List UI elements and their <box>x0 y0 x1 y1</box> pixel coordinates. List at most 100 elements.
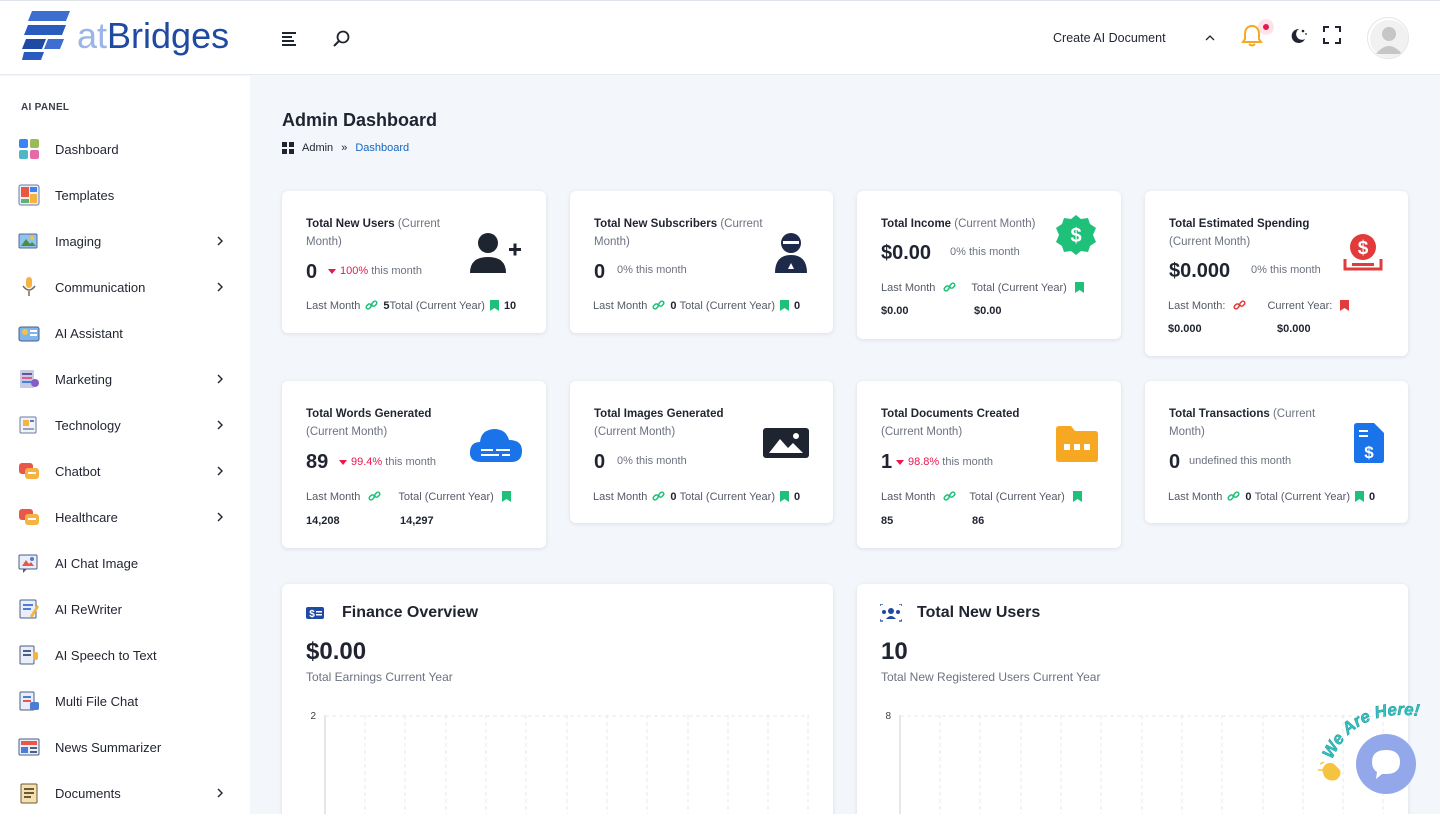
chevron-right-icon <box>217 420 223 430</box>
chatbot-icon <box>19 463 39 479</box>
chevron-up-icon[interactable] <box>1203 31 1217 45</box>
total-value: 0 <box>794 299 801 312</box>
last-month-value: 0 <box>670 490 677 503</box>
last-month-label: Last Month <box>306 299 361 312</box>
logo[interactable]: atBridges <box>22 11 237 63</box>
last-month-label: Last Month <box>306 490 361 503</box>
sidebar-item-ai-chat-image[interactable]: AI Chat Image <box>0 543 250 583</box>
card-title: Total Income (Current Month) <box>881 215 1051 233</box>
fullscreen-icon[interactable] <box>1323 26 1341 44</box>
card-change: 100% this month <box>328 265 422 277</box>
total-label: Total (Current Year) <box>389 299 485 312</box>
bookmark-icon <box>780 300 789 311</box>
card-title: Total New Subscribers (Current Month) <box>594 215 774 251</box>
panel-title: Total New Users <box>917 604 1041 621</box>
card-title: Total Words Generated (Current Month) <box>306 405 476 441</box>
create-ai-document-button[interactable]: Create AI Document <box>1053 31 1166 45</box>
user-avatar[interactable] <box>1367 17 1409 59</box>
sidebar-item-label: Imaging <box>55 233 102 249</box>
bookmark-icon <box>1072 491 1082 502</box>
sidebar-item-news-summarizer[interactable]: News Summarizer <box>0 727 250 767</box>
chevron-right-icon <box>217 512 223 522</box>
sidebar-item-marketing[interactable]: Marketing <box>0 359 250 399</box>
sidebar-item-technology[interactable]: Technology <box>0 405 250 445</box>
change-percent: 0% <box>617 264 633 276</box>
card-title-sub: (Current Month) <box>306 426 388 438</box>
card-change: 0% this month <box>1251 264 1321 276</box>
link-icon <box>652 491 665 501</box>
total-label: Total (Current Year) <box>679 490 775 503</box>
card-title-main: Total New Subscribers <box>594 218 718 230</box>
dashboard-icon <box>19 139 39 159</box>
sidebar-item-label: Templates <box>55 187 115 203</box>
grid-icon <box>282 142 294 154</box>
down-arrow-icon <box>339 459 347 465</box>
link-icon <box>943 282 956 292</box>
breadcrumb-dashboard[interactable]: Dashboard <box>355 142 409 154</box>
users-chart-grid <box>899 715 1384 814</box>
card-total-images-generated: Total Images Generated (Current Month) 0… <box>570 381 833 523</box>
dollar-spending-icon: $ <box>1343 234 1383 271</box>
card-title-main: Total New Users <box>306 218 395 230</box>
card-value: 0 <box>594 451 606 473</box>
imaging-icon <box>18 233 38 249</box>
bookmark-icon <box>1074 282 1084 293</box>
total-value: $0.000 <box>1277 323 1311 335</box>
card-title: Total Images Generated (Current Month) <box>594 405 764 441</box>
last-month-value: 85 <box>881 515 894 527</box>
invoice-dollar-icon: $ <box>1354 423 1384 463</box>
sidebar-item-label: Healthcare <box>55 509 118 525</box>
menu-toggle-icon[interactable] <box>280 29 300 49</box>
card-title-main: Total Estimated Spending <box>1169 218 1310 230</box>
card-footer-labels: Last Month Total (Current Year) <box>881 281 1089 294</box>
sidebar-item-healthcare[interactable]: Healthcare <box>0 497 250 537</box>
chevron-right-icon <box>217 466 223 476</box>
folder-icon <box>1056 426 1098 462</box>
change-suffix: this month <box>371 265 422 277</box>
bookmark-icon <box>1340 300 1350 311</box>
card-value: 89 <box>306 451 329 473</box>
marketing-icon <box>20 370 39 388</box>
breadcrumb-admin[interactable]: Admin <box>302 142 333 154</box>
microphone-icon <box>22 277 36 296</box>
sidebar-item-dashboard[interactable]: Dashboard <box>0 129 250 169</box>
total-value: 0 <box>794 490 801 503</box>
card-value: $0.000 <box>1169 260 1231 282</box>
y-axis-tick: 2 <box>310 711 316 722</box>
sidebar-item-label: Documents <box>55 785 121 801</box>
search-icon[interactable] <box>331 29 351 49</box>
panel-subtitle: Total Earnings Current Year <box>306 670 453 684</box>
finance-overview-panel: $ Finance Overview $0.00 Total Earnings … <box>282 584 833 814</box>
breadcrumb: Admin » Dashboard <box>282 142 409 154</box>
card-title-sub: (Current Month) <box>1169 236 1251 248</box>
sidebar-item-chatbot[interactable]: Chatbot <box>0 451 250 491</box>
card-title-sub: (Current Month) <box>954 218 1036 230</box>
sidebar-item-documents[interactable]: Documents <box>0 773 250 813</box>
users-group-icon <box>880 604 902 622</box>
change-percent: 98.8% <box>908 456 940 468</box>
svg-text:$: $ <box>1364 443 1374 462</box>
bell-icon[interactable] <box>1239 23 1265 49</box>
sidebar-item-ai-assistant[interactable]: AI Assistant <box>0 313 250 353</box>
sidebar-item-label: AI Speech to Text <box>55 647 157 663</box>
sidebar-item-label: Marketing <box>55 371 113 387</box>
card-total-new-subscribers: Total New Subscribers (Current Month) 0 … <box>570 191 833 333</box>
chat-launcher-button[interactable] <box>1356 734 1416 794</box>
waving-hand-icon <box>1318 761 1341 781</box>
dark-mode-icon[interactable] <box>1288 26 1308 46</box>
change-suffix: this month <box>968 246 1020 258</box>
bookmark-icon <box>780 491 789 502</box>
sidebar-item-templates[interactable]: Templates <box>0 175 250 215</box>
sidebar-item-communication[interactable]: Communication <box>0 267 250 307</box>
documents-icon <box>20 783 38 804</box>
chevron-right-icon <box>217 282 223 292</box>
panel-label: AI PANEL <box>21 102 70 113</box>
card-change: 98.8% this month <box>896 456 993 468</box>
last-month-label: Last Month: <box>1168 299 1226 312</box>
sidebar-item-ai-rewriter[interactable]: AI ReWriter <box>0 589 250 629</box>
sidebar-item-multi-file-chat[interactable]: Multi File Chat <box>0 681 250 721</box>
sidebar-item-imaging[interactable]: Imaging <box>0 221 250 261</box>
logo-text: atBridges <box>77 15 229 57</box>
rewriter-icon <box>19 599 39 619</box>
sidebar-item-ai-speech-to-text[interactable]: AI Speech to Text <box>0 635 250 675</box>
